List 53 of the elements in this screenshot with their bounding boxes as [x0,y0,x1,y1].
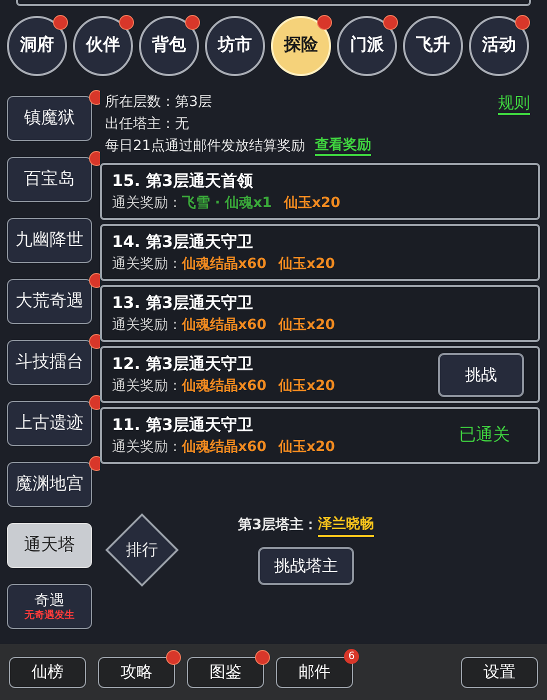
reward-label: 通关奖励： [112,254,182,274]
reward-text: 仙魂结晶x60 [182,438,267,456]
bottom-bar-button[interactable]: 设置 [461,656,538,688]
nav-tab[interactable]: 坊市 [205,16,265,76]
sidebar-item[interactable]: 百宝岛 [7,157,92,202]
level-title: 13. 第3层通天守卫 [112,292,254,314]
sidebar-item[interactable]: 上古遗迹 [7,401,92,446]
sidebar-item[interactable]: 奇遇 无奇遇发生 [7,584,92,629]
reward-text: 仙玉x20 [278,438,336,456]
sidebar-item[interactable]: 镇魔狱 [7,96,92,141]
level-title: 12. 第3层通天守卫 [112,352,254,374]
view-rewards-link[interactable]: 查看奖励 [314,136,371,156]
ranking-button[interactable]: 排行 [105,512,179,586]
level-title: 14. 第3层通天守卫 [112,230,254,252]
reward-text: 仙玉x20 [278,376,336,396]
sidebar-item[interactable]: 九幽降世 [7,218,92,263]
count-badge: 6 [344,648,359,664]
nav-tab[interactable]: 背包 [139,16,199,76]
level-title: 15. 第3层通天首领 [112,170,254,192]
nav-tab[interactable]: 飞升 [403,16,463,76]
bottom-bar-button[interactable]: 攻略 [98,656,175,688]
sidebar-item[interactable]: 魔渊地宫 [7,462,92,507]
sidebar-item[interactable]: 斗技擂台 [7,340,92,385]
tower-master-label: 第3层塔主： [238,516,318,535]
nav-tab[interactable]: 探险 [271,16,331,76]
reward-text: 飞雪 · 仙魂x1 [182,194,272,212]
sidebar-item[interactable]: 大荒奇遇 [7,279,92,324]
nav-tab[interactable]: 洞府 [7,16,67,76]
tower-master-text: 出任塔主：无 [105,115,190,134]
reward-text: 仙玉x20 [278,316,336,334]
challenge-master-button[interactable]: 挑战塔主 [258,547,354,585]
reward-text: 仙玉x20 [284,194,340,212]
reward-text: 仙魂结晶x60 [182,254,267,274]
reward-text: 仙玉x20 [278,254,336,274]
notice-text: 每日21点通过邮件发放结算奖励 [105,137,305,156]
reward-text: 仙魂结晶x60 [182,376,267,396]
nav-tab[interactable]: 伙伴 [73,16,133,76]
level-title: 11. 第3层通天守卫 [112,414,254,436]
reward-label: 通关奖励： [112,376,182,396]
tower-master-name-link[interactable]: 泽兰晓畅 [318,514,374,537]
cleared-status: 已通关 [459,424,510,447]
reward-text: 仙魂结晶x60 [182,316,267,334]
nav-tab[interactable]: 活动 [469,16,529,76]
reward-label: 通关奖励： [112,194,182,212]
bottom-bar-button[interactable]: 图鉴 [187,656,264,688]
rules-link[interactable]: 规则 [498,93,530,115]
nav-tab[interactable]: 门派 [337,16,397,76]
reward-label: 通关奖励： [112,316,182,334]
floor-text: 所在层数：第3层 [105,93,213,112]
challenge-button[interactable]: 挑战 [438,352,524,396]
sidebar-item[interactable]: 通天塔 [7,523,92,568]
reward-label: 通关奖励： [112,438,182,456]
bottom-bar-button[interactable]: 仙榜 [9,656,86,688]
